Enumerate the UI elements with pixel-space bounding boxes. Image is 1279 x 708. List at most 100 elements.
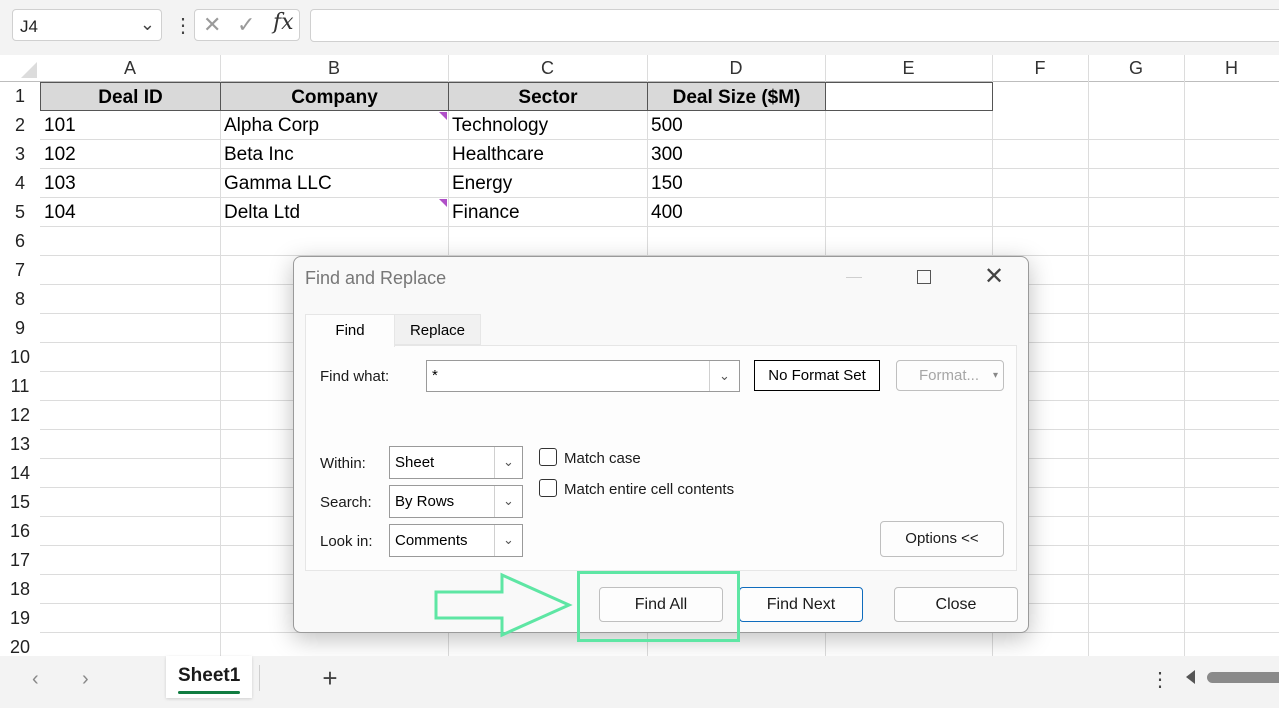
name-box-value: J4 (20, 17, 38, 36)
comment-indicator-icon[interactable] (439, 112, 447, 120)
tab-find[interactable]: Find (305, 314, 395, 347)
row-header[interactable]: 8 (0, 285, 40, 314)
row-header[interactable]: 3 (0, 140, 40, 169)
table-cell[interactable]: Energy (448, 169, 647, 198)
row-header[interactable]: 6 (0, 227, 40, 256)
plus-icon: + (322, 663, 338, 693)
row-header[interactable]: 5 (0, 198, 40, 227)
match-entire-checkbox[interactable] (539, 479, 557, 497)
match-entire-label[interactable]: Match entire cell contents (564, 481, 734, 498)
bordered-empty-cell[interactable] (825, 82, 993, 111)
insert-function-icon[interactable]: fx (273, 10, 294, 35)
row-header[interactable]: 15 (0, 488, 40, 517)
row-header[interactable]: 12 (0, 401, 40, 430)
gridline (1184, 55, 1185, 656)
chevron-down-icon[interactable]: ⌄ (140, 14, 155, 35)
table-cell[interactable]: Gamma LLC (220, 169, 448, 198)
more-options-icon[interactable]: ⋮ (173, 12, 193, 40)
table-cell[interactable]: Technology (448, 111, 647, 140)
gridline (1088, 55, 1089, 656)
row-header[interactable]: 11 (0, 372, 40, 401)
table-cell[interactable]: 103 (40, 169, 220, 198)
chevron-down-icon[interactable]: ⌄ (494, 525, 522, 556)
hscroll-left-icon[interactable] (1186, 670, 1195, 684)
row-header[interactable]: 1 (0, 82, 40, 111)
find-next-label: Find Next (766, 596, 836, 613)
sheet-tab-active[interactable]: Sheet1 (166, 656, 252, 698)
tab-separator (259, 665, 260, 691)
find-what-combobox[interactable]: * ⌄ (426, 360, 740, 392)
table-cell[interactable]: 300 (647, 140, 825, 169)
row-header[interactable]: 16 (0, 517, 40, 546)
row-header[interactable]: 20 (0, 633, 40, 656)
within-select[interactable]: Sheet ⌄ (389, 446, 523, 479)
search-select[interactable]: By Rows ⌄ (389, 485, 523, 518)
add-sheet-button[interactable]: + (318, 664, 342, 692)
table-cell[interactable]: 102 (40, 140, 220, 169)
row-header[interactable]: 13 (0, 430, 40, 459)
table-cell[interactable]: Delta Ltd (220, 198, 448, 227)
maximize-icon[interactable] (917, 270, 931, 284)
tab-replace[interactable]: Replace (395, 314, 481, 345)
select-all-corner[interactable] (0, 55, 40, 81)
row-header[interactable]: 7 (0, 256, 40, 285)
table-cell[interactable]: 400 (647, 198, 825, 227)
name-box[interactable]: J4 ⌄ (12, 9, 162, 41)
options-button[interactable]: Options << (880, 521, 1004, 557)
table-cell[interactable]: Alpha Corp (220, 111, 448, 140)
column-header-a[interactable]: A (40, 55, 220, 81)
column-header-c[interactable]: C (448, 55, 647, 81)
horizontal-scrollbar-thumb[interactable] (1207, 672, 1279, 683)
tab-find-label: Find (335, 322, 365, 339)
row-header[interactable]: 19 (0, 604, 40, 633)
table-header-cell[interactable]: Sector (448, 82, 648, 111)
look-in-select[interactable]: Comments ⌄ (389, 524, 523, 557)
column-header-b[interactable]: B (220, 55, 448, 81)
column-header-d[interactable]: D (647, 55, 825, 81)
options-button-label: Options << (905, 530, 979, 547)
tab-replace-label: Replace (409, 322, 466, 339)
column-header-e[interactable]: E (825, 55, 992, 81)
table-header-cell[interactable]: Deal Size ($M) (647, 82, 826, 111)
table-cell[interactable]: Healthcare (448, 140, 647, 169)
formula-input[interactable] (310, 9, 1279, 42)
close-icon[interactable]: ✕ (984, 264, 1004, 290)
more-sheets-icon[interactable]: ⋮ (1150, 666, 1170, 694)
search-value: By Rows (395, 493, 455, 510)
search-label: Search: (320, 494, 372, 511)
table-header-cell[interactable]: Company (220, 82, 449, 111)
match-case-checkbox[interactable] (539, 448, 557, 466)
comment-indicator-icon[interactable] (439, 199, 447, 207)
table-cell[interactable]: Finance (448, 198, 647, 227)
column-header-g[interactable]: G (1088, 55, 1184, 81)
find-what-label: Find what: (320, 368, 390, 385)
format-button-label: Format... (919, 367, 980, 384)
format-button[interactable]: Format... ▾ (896, 360, 1004, 391)
row-header[interactable]: 17 (0, 546, 40, 575)
table-cell[interactable]: 500 (647, 111, 825, 140)
row-header[interactable]: 2 (0, 111, 40, 140)
match-case-label[interactable]: Match case (564, 450, 641, 467)
table-cell[interactable]: 150 (647, 169, 825, 198)
chevron-down-icon[interactable]: ⌄ (494, 486, 522, 517)
table-cell[interactable]: 104 (40, 198, 220, 227)
row-header[interactable]: 4 (0, 169, 40, 198)
table-header-cell[interactable]: Deal ID (40, 82, 221, 111)
row-header[interactable]: 10 (0, 343, 40, 372)
scroll-right-icon[interactable]: › (82, 665, 89, 693)
row-header[interactable]: 9 (0, 314, 40, 343)
enter-icon[interactable]: ✓ (237, 12, 255, 38)
chevron-down-icon[interactable]: ⌄ (494, 447, 522, 478)
table-cell[interactable]: 101 (40, 111, 220, 140)
no-format-label: No Format Set (768, 367, 866, 384)
table-cell[interactable]: Beta Inc (220, 140, 448, 169)
row-header[interactable]: 14 (0, 459, 40, 488)
column-header-h[interactable]: H (1184, 55, 1279, 81)
find-next-button[interactable]: Find Next (739, 587, 863, 622)
cancel-icon[interactable]: ✕ (203, 12, 221, 38)
column-header-f[interactable]: F (992, 55, 1088, 81)
close-button[interactable]: Close (894, 587, 1018, 622)
row-header[interactable]: 18 (0, 575, 40, 604)
scroll-left-icon[interactable]: ‹ (32, 665, 39, 693)
chevron-down-icon[interactable]: ⌄ (709, 361, 739, 391)
